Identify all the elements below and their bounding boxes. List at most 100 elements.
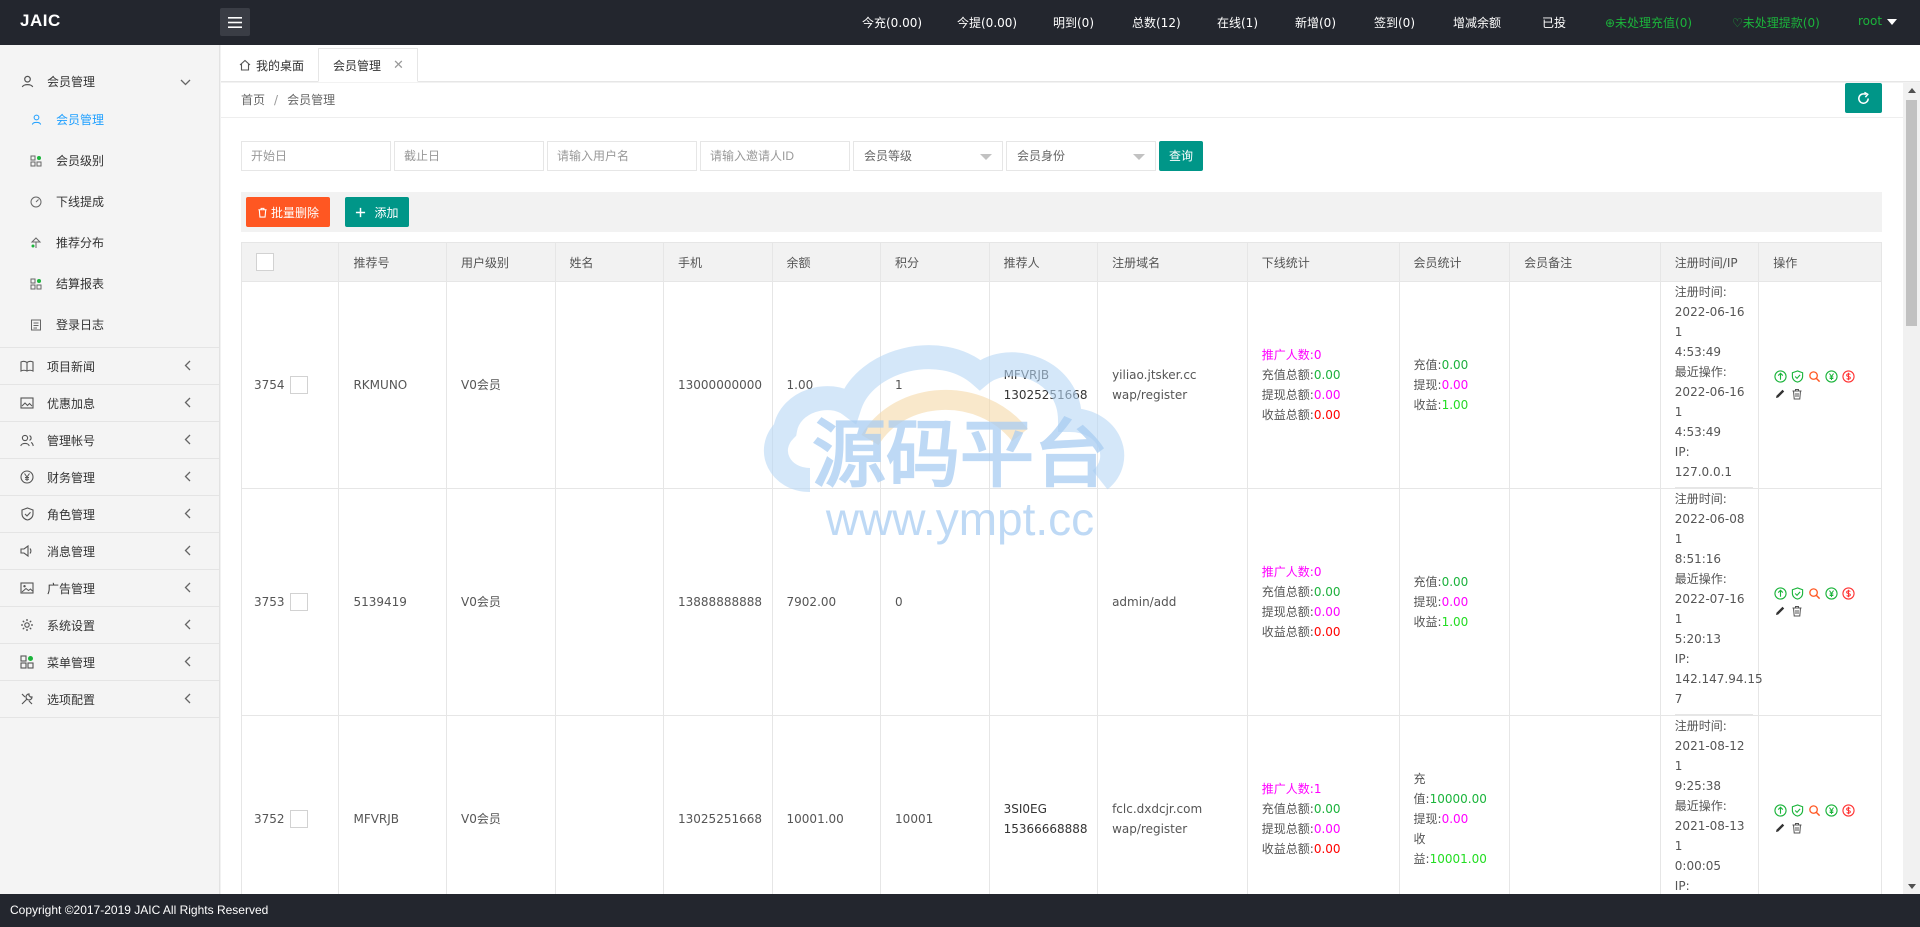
search-icon[interactable] bbox=[1807, 586, 1821, 600]
user-menu[interactable]: root bbox=[1858, 14, 1898, 28]
sidebar-group-3[interactable]: 财务管理 bbox=[0, 459, 219, 496]
tab-member-management[interactable]: 会员管理 ✕ bbox=[318, 48, 418, 82]
caret-down-icon bbox=[1887, 18, 1898, 25]
dollar-circle-icon[interactable] bbox=[1841, 586, 1855, 600]
row-checkbox[interactable] bbox=[289, 810, 308, 828]
member-identity-value: 会员身份 bbox=[1017, 149, 1066, 163]
sidebar-group-8[interactable]: 菜单管理 bbox=[0, 644, 219, 681]
sidebar-group-0[interactable]: 项目新闻 bbox=[0, 348, 219, 385]
cell-points: 0 bbox=[880, 488, 990, 716]
cell-domain: admin/add bbox=[1097, 488, 1248, 716]
up-arrow-icon[interactable] bbox=[1773, 803, 1787, 817]
scroll-up-icon[interactable] bbox=[1908, 88, 1916, 93]
yen-circle-icon[interactable] bbox=[1824, 586, 1838, 600]
shield-check-icon[interactable] bbox=[1790, 586, 1804, 600]
row-checkbox[interactable] bbox=[289, 593, 308, 611]
sidebar-group-member[interactable]: 会员管理 bbox=[0, 63, 219, 99]
sidebar-group-label: 广告管理 bbox=[47, 581, 96, 596]
column-header-0[interactable] bbox=[240, 242, 340, 282]
cell-downline-stats: 推广人数:1 充值总额:0.00 提现总额:0.00 收益总额:0.00 bbox=[1246, 715, 1400, 894]
yen-circle-icon[interactable] bbox=[1824, 803, 1838, 817]
sidebar-sub-item-3[interactable]: 推荐分布 bbox=[0, 222, 219, 263]
member-identity-select[interactable]: 会员身份 bbox=[1006, 141, 1156, 171]
member-m_profit-line: 收益:1.00 bbox=[1414, 612, 1496, 632]
header-stat-5[interactable]: 新增(0) bbox=[1295, 14, 1336, 31]
member-points: 10001 bbox=[895, 812, 934, 826]
up-arrow-icon[interactable] bbox=[1773, 586, 1787, 600]
add-button[interactable]: 添加 bbox=[345, 197, 409, 227]
sidebar-sub-item-2[interactable]: 下线提成 bbox=[0, 181, 219, 222]
downline-sub_recharge-label: 充值总额: bbox=[1261, 585, 1314, 599]
cell-code: RKMUNO bbox=[338, 281, 447, 489]
end-date-input[interactable]: 截止日 bbox=[394, 141, 544, 171]
sidebar-sub-item-4[interactable]: 结算报表 bbox=[0, 263, 219, 304]
column-header-label: 姓名 bbox=[569, 255, 594, 270]
edit-icon[interactable] bbox=[1773, 387, 1787, 401]
edit-icon[interactable] bbox=[1773, 821, 1787, 835]
action-row-1 bbox=[1773, 586, 1867, 600]
chevron-left-icon bbox=[184, 360, 191, 374]
member-points: 0 bbox=[895, 595, 903, 609]
header-stat-7[interactable]: 增减余额 bbox=[1453, 14, 1501, 31]
search-icon[interactable] bbox=[1807, 803, 1821, 817]
select-all-checkbox[interactable] bbox=[256, 253, 274, 271]
shield-check-icon[interactable] bbox=[1790, 803, 1804, 817]
downline-count-line: 推广人数:0 bbox=[1262, 562, 1385, 582]
start-date-input[interactable]: 开始日 bbox=[241, 141, 391, 171]
shield-check-icon[interactable] bbox=[1790, 369, 1804, 383]
member-level-select[interactable]: 会员等级 bbox=[853, 141, 1003, 171]
vertical-scrollbar[interactable] bbox=[1903, 83, 1920, 894]
sidebar-sub-item-1[interactable]: 会员级别 bbox=[0, 140, 219, 181]
search-icon[interactable] bbox=[1807, 369, 1821, 383]
header-stat-4[interactable]: 在线(1) bbox=[1217, 14, 1258, 31]
sidebar-group-5[interactable]: 消息管理 bbox=[0, 533, 219, 570]
sidebar-group-7[interactable]: 系统设置 bbox=[0, 607, 219, 644]
username-input[interactable]: 请输入用户名 bbox=[547, 141, 697, 171]
header-stat-2[interactable]: 明到(0) bbox=[1053, 14, 1094, 31]
up-arrow-icon[interactable] bbox=[1773, 369, 1787, 383]
header-stat-8[interactable]: 已投 bbox=[1542, 14, 1566, 31]
sidebar-group-6[interactable]: 广告管理 bbox=[0, 570, 219, 607]
dollar-circle-icon[interactable] bbox=[1841, 369, 1855, 383]
sidebar-sub-item-0[interactable]: 会员管理 bbox=[0, 99, 219, 140]
member-table: 推荐号 用户级别 姓名 手机 余额 积分 推荐人 注册域名 下线统计 会员统计 会员备注 注册时间/I… bbox=[240, 242, 1882, 894]
chevron-left-icon bbox=[184, 471, 191, 485]
header-stat-0[interactable]: 今充(0.00) bbox=[862, 14, 922, 31]
inviter-id-input[interactable]: 请输入邀请人ID bbox=[700, 141, 850, 171]
header-stat-1[interactable]: 今提(0.00) bbox=[957, 14, 1017, 31]
chevron-left-icon bbox=[184, 545, 191, 559]
dollar-circle-icon[interactable] bbox=[1841, 803, 1855, 817]
register-info-line: 127.0.0.1 bbox=[1674, 465, 1733, 479]
sidebar-group-4[interactable]: 角色管理 bbox=[0, 496, 219, 533]
column-header-1: 推荐号 bbox=[338, 242, 447, 282]
tab-home[interactable]: 我的桌面 bbox=[225, 48, 318, 82]
delete-icon[interactable] bbox=[1790, 387, 1804, 401]
downline-sub_recharge-line: 充值总额:0.00 bbox=[1262, 799, 1385, 819]
scrollbar-thumb[interactable] bbox=[1906, 100, 1917, 326]
close-icon[interactable]: ✕ bbox=[393, 58, 404, 73]
sidebar-group-9[interactable]: 选项配置 bbox=[0, 681, 219, 718]
table-row: 3752 MFVRJB V0会员 13025251668 10001.00 10001 3S… bbox=[240, 715, 1882, 894]
register-info: 注册时间: 2022-06-16 1 4:53:49 最近操作: 2022-06-16 … bbox=[1674, 282, 1753, 488]
header-stat-3[interactable]: 总数(12) bbox=[1132, 14, 1181, 31]
menu-toggle-button[interactable] bbox=[220, 8, 250, 36]
delete-icon[interactable] bbox=[1790, 604, 1804, 618]
yen-circle-icon[interactable] bbox=[1824, 369, 1838, 383]
breadcrumb-home[interactable]: 首页 bbox=[241, 93, 265, 107]
batch-delete-button[interactable]: 批量删除 bbox=[246, 197, 330, 227]
sidebar-sub-item-5[interactable]: 登录日志 bbox=[0, 304, 219, 345]
sidebar-group-2[interactable]: 管理帐号 bbox=[0, 422, 219, 459]
dropdown-arrow-icon bbox=[980, 154, 992, 160]
scroll-down-icon[interactable] bbox=[1908, 884, 1916, 889]
sidebar: 会员管理 会员管理 会员级别 下线提成 推荐分布 结算报表 登录日志 项目新闻 优惠加息 管理… bbox=[0, 45, 220, 894]
header-stat-10[interactable]: ♡未处理提款(0) bbox=[1732, 14, 1820, 31]
refresh-button[interactable] bbox=[1845, 83, 1882, 113]
delete-icon[interactable] bbox=[1790, 821, 1804, 835]
header-stat-9[interactable]: ⊕未处理充值(0) bbox=[1605, 14, 1692, 31]
header-stat-6[interactable]: 签到(0) bbox=[1374, 14, 1415, 31]
edit-icon[interactable] bbox=[1773, 604, 1787, 618]
downline-sub_recharge-label: 充值总额: bbox=[1261, 802, 1314, 816]
query-button[interactable]: 查询 bbox=[1159, 141, 1203, 171]
row-checkbox[interactable] bbox=[289, 376, 308, 394]
sidebar-group-1[interactable]: 优惠加息 bbox=[0, 385, 219, 422]
